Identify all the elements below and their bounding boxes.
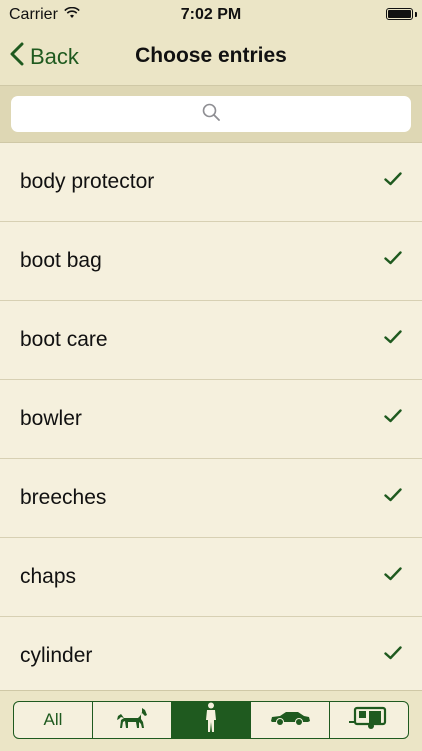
checkmark-icon bbox=[384, 646, 402, 665]
rider-icon bbox=[203, 702, 219, 738]
checkmark-icon bbox=[384, 172, 402, 191]
category-segmented-control: All bbox=[13, 701, 409, 739]
list-item-label: boot care bbox=[20, 328, 108, 351]
list-item-label: body protector bbox=[20, 170, 155, 193]
list-item[interactable]: chaps bbox=[0, 538, 422, 617]
list-item[interactable]: breeches bbox=[0, 459, 422, 538]
list-item-label: boot bag bbox=[20, 249, 102, 272]
list-item[interactable]: body protector bbox=[0, 143, 422, 222]
battery-icon bbox=[386, 8, 413, 20]
tab-rider[interactable] bbox=[172, 702, 251, 738]
horse-icon bbox=[115, 706, 149, 735]
list-item-label: breeches bbox=[20, 486, 107, 509]
tab-all-label: All bbox=[43, 710, 63, 729]
checkmark-icon bbox=[384, 330, 402, 349]
list-item[interactable]: cylinder bbox=[0, 617, 422, 696]
search-area bbox=[0, 86, 422, 143]
list-item-label: chaps bbox=[20, 565, 77, 588]
tab-car[interactable] bbox=[251, 702, 330, 738]
entries-list: body protector boot bag boot care bowler… bbox=[0, 143, 422, 696]
trailer-icon bbox=[349, 705, 389, 736]
list-item[interactable]: boot bag bbox=[0, 222, 422, 301]
page-title: Choose entries bbox=[135, 44, 287, 67]
status-time: 7:02 PM bbox=[180, 6, 242, 23]
status-bar: Carrier 7:02 PM bbox=[0, 0, 422, 30]
checkmark-icon bbox=[384, 409, 402, 428]
checkmark-icon bbox=[384, 251, 402, 270]
tab-trailer[interactable] bbox=[330, 702, 408, 738]
search-icon bbox=[202, 103, 220, 126]
list-item-label: cylinder bbox=[20, 644, 93, 667]
search-input[interactable] bbox=[11, 96, 411, 132]
tab-all[interactable]: All bbox=[14, 702, 93, 738]
list-item[interactable]: boot care bbox=[0, 301, 422, 380]
category-tab-bar: All bbox=[0, 690, 422, 751]
checkmark-icon bbox=[384, 488, 402, 507]
car-icon bbox=[268, 709, 312, 732]
tab-horse[interactable] bbox=[93, 702, 172, 738]
list-item[interactable]: bowler bbox=[0, 380, 422, 459]
list-item-label: bowler bbox=[20, 407, 82, 430]
checkmark-icon bbox=[384, 567, 402, 586]
navigation-bar: Back Choose entries bbox=[0, 30, 422, 86]
battery-tip bbox=[415, 12, 417, 17]
